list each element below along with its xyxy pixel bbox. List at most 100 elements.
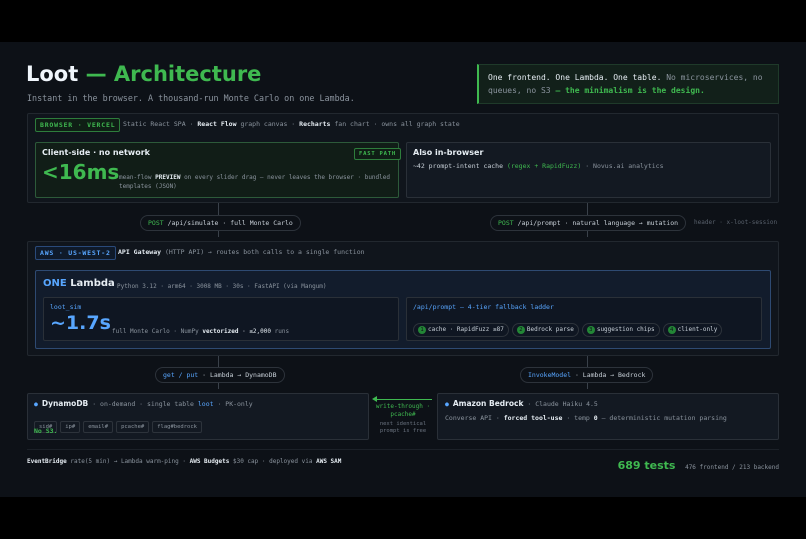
footer-b: rate(5 min) → Lambda warm-ping · [70, 458, 186, 465]
client-desc-b: PREVIEW [155, 174, 181, 181]
lambda-specs: Python 3.12 · arm64 · 3008 MB · 30s · Fa… [117, 283, 327, 290]
simulate-text: /api/simulate · full Monte Carlo [167, 219, 293, 227]
ladder-step: 1 cache · RapidFuzz ≥87 [413, 323, 509, 337]
ladder-step: 3 suggestion chips [581, 323, 660, 337]
client-desc-a: mean-flow [119, 174, 152, 181]
also-desc-c: · Novus.ai analytics [585, 162, 664, 170]
key-prefix-chip: flag#bedrock [152, 421, 202, 433]
header-note: header · x-loot-session [694, 219, 778, 226]
aws-desc: API Gateway (HTTP API) → routes both cal… [118, 248, 365, 256]
footer-f: AWS SAM [316, 458, 342, 465]
bedrock-desc-e: — deterministic mutation parsing [601, 414, 727, 422]
prompt-connector: POST /api/prompt · natural language → mu… [490, 215, 687, 231]
write-through-note-a: next identical [379, 421, 427, 427]
title-main: Loot [26, 62, 79, 86]
dynamodb-header: ● DynamoDB · on-demand · single table lo… [34, 399, 253, 408]
step-number-badge: 2 [516, 326, 525, 334]
step-number-badge: 1 [418, 326, 426, 334]
also-in-browser-desc: ~42 prompt-intent cache (regex + RapidFu… [413, 162, 664, 170]
also-in-browser-title: Also in-browser [413, 148, 484, 157]
step-text: cache · RapidFuzz ≥87 [428, 326, 504, 333]
tests-summary: 689 tests 476 frontend / 213 backend [618, 454, 779, 473]
dynamodb-dot-icon: ● [34, 400, 38, 408]
prompt-ladder-label: /api/prompt — 4-tier fallback ladder [413, 303, 554, 311]
key-prefix-chip: ip# [60, 421, 81, 433]
dynamodb-desc-b: loot [197, 400, 214, 408]
sim-desc-b: vectorized [202, 328, 239, 335]
write-through-b: pcache# [390, 411, 416, 418]
page-title: Loot — Architecture [26, 62, 261, 86]
dynamodb-title: DynamoDB [41, 399, 89, 408]
write-through-a: write-through · [375, 403, 431, 410]
bedrock-header: ● Amazon Bedrock · Claude Haiku 4.5 [445, 399, 598, 408]
step-number-badge: 4 [667, 326, 676, 334]
tests-detail: 476 frontend / 213 backend [685, 464, 779, 471]
sim-desc-c: · ≤2,000 [242, 328, 271, 335]
footer-a: EventBridge [27, 458, 67, 465]
bedrock-method: InvokeModel [528, 371, 572, 379]
bedrock-desc-d: 0 [593, 414, 598, 422]
design-callout: One frontend. One Lambda. One table. No … [477, 64, 779, 104]
footer-d: $30 cap · [232, 458, 266, 465]
bedrock-desc-b: forced tool-use [503, 414, 563, 422]
simulate-method: POST [148, 219, 164, 227]
step-text: suggestion chips [596, 326, 655, 333]
write-through-note-b: prompt is free [379, 428, 427, 434]
dynamo-text: · Lambda → DynamoDB [202, 371, 277, 379]
callout-c: — the minimalism is the design. [555, 86, 705, 95]
footer-divider [27, 449, 779, 450]
bedrock-connector: InvokeModel · Lambda → Bedrock [520, 367, 654, 383]
dynamo-connector: get / put · Lambda → DynamoDB [155, 367, 285, 383]
loot-sim-metric: ~1.7s [50, 312, 111, 334]
dynamo-method: get / put [163, 371, 199, 379]
footer-e: deployed via [269, 458, 313, 465]
bedrock-dot-icon: ● [445, 400, 449, 408]
page-subtitle: Instant in the browser. A thousand-run M… [27, 93, 355, 103]
browser-desc-e: fan chart · owns all graph state [334, 120, 460, 128]
sim-desc-a: full Monte Carlo · NumPy [112, 328, 199, 335]
write-through-note: next identical prompt is free [372, 421, 434, 435]
lambda-title-b: Lambda [70, 278, 115, 289]
simulate-connector: POST /api/simulate · full Monte Carlo [140, 215, 301, 231]
bedrock-title: Amazon Bedrock [452, 399, 524, 408]
tests-count: 689 tests [617, 459, 676, 472]
aws-tag: AWS · US-WEST-2 [35, 246, 116, 260]
write-through-arrowhead [372, 396, 377, 402]
client-desc-c: on every slider drag — never leaves the … [184, 174, 362, 181]
footer-c: AWS Budgets [189, 458, 230, 465]
write-through-arrow [374, 399, 432, 400]
loot-sim-label: loot_sim [50, 303, 82, 311]
loot-sim-desc: full Monte Carlo · NumPy vectorized · ≤2… [112, 328, 289, 335]
browser-desc-a: Static React SPA · [123, 120, 194, 128]
step-number-badge: 3 [586, 326, 595, 334]
write-through-label: write-through · pcache# [374, 403, 432, 419]
callout-a: One frontend. One Lambda. One table. [488, 73, 662, 82]
lambda-title-a: ONE [43, 278, 67, 289]
bedrock-desc-a: Converse API · [445, 414, 500, 422]
key-prefix-chip: email# [83, 421, 114, 433]
fast-path-badge: FAST PATH [354, 148, 402, 160]
prompt-text: /api/prompt · natural language → mutatio… [517, 219, 679, 227]
client-side-title: Client-side · no network [42, 148, 150, 157]
title-rest: — Architecture [85, 62, 262, 86]
ladder-step: 2 Bedrock parse [511, 323, 579, 337]
client-desc: mean-flow PREVIEW on every slider drag —… [119, 173, 393, 191]
aws-desc-a: API Gateway [118, 248, 162, 256]
no-s3-note: No S3. [34, 427, 58, 435]
step-text: client-only [677, 326, 718, 333]
aws-desc-b: (HTTP API) → routes both calls to a sing… [164, 248, 365, 256]
footer-notes: EventBridge rate(5 min) → Lambda warm-pi… [27, 458, 341, 465]
bedrock-model: · Claude Haiku 4.5 [527, 400, 598, 408]
browser-desc-b: React Flow [197, 120, 237, 128]
dynamodb-keys: sid# ip# email# pcache# flag#bedrock [34, 413, 205, 433]
browser-tag: BROWSER · VERCEL [35, 118, 121, 132]
sim-desc-d: runs [274, 328, 290, 335]
prompt-method: POST [498, 219, 514, 227]
key-prefix-chip: pcache# [116, 421, 150, 433]
bedrock-text: · Lambda → Bedrock [574, 371, 646, 379]
ladder-step: 4 client-only [662, 323, 723, 337]
bedrock-desc-c: · temp [566, 414, 590, 422]
step-text: Bedrock parse [526, 326, 574, 333]
also-desc-b: (regex + RapidFuzz) [506, 162, 582, 170]
client-metric: <16ms [42, 160, 120, 184]
